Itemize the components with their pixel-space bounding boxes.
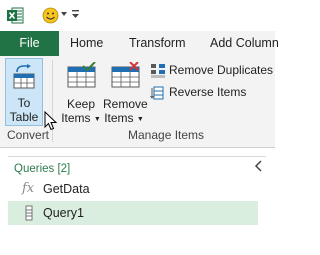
chevron-down-icon[interactable] xyxy=(61,12,67,17)
tab-file[interactable]: File xyxy=(0,31,59,56)
to-table-label-line2: Table xyxy=(9,110,39,124)
keep-items-label-line1: Keep xyxy=(66,97,96,111)
mouse-cursor-icon xyxy=(44,111,58,131)
to-table-button[interactable]: To Table xyxy=(5,58,43,126)
chevron-down-icon: ▼ xyxy=(136,116,144,123)
collapse-pane-icon[interactable] xyxy=(254,160,264,172)
query-name: Query1 xyxy=(43,206,84,220)
keep-items-label-line2: Items ▼ xyxy=(61,111,101,125)
smiley-icon[interactable] xyxy=(42,7,59,24)
query-item-query1[interactable]: Query1 xyxy=(8,201,258,225)
to-table-icon xyxy=(13,64,35,89)
excel-icon[interactable] xyxy=(7,7,24,24)
tab-transform[interactable]: Transform xyxy=(129,31,186,56)
queries-header[interactable]: Queries [2] xyxy=(14,163,70,175)
query-name: GetData xyxy=(43,182,90,196)
remove-duplicates-label: Remove Duplicates xyxy=(169,63,274,77)
query-item-getdata[interactable]: fx GetData xyxy=(8,177,258,201)
tab-home[interactable]: Home xyxy=(70,31,103,56)
pane-divider xyxy=(8,156,266,157)
chevron-down-icon: ▼ xyxy=(93,116,101,123)
reverse-items-label: Reverse Items xyxy=(169,85,247,99)
keep-items-button[interactable]: Keep Items ▼ xyxy=(59,58,103,126)
keep-items-icon xyxy=(67,62,96,88)
ribbon-tabs: File Home Transform Add Column xyxy=(0,31,279,57)
group-label-convert: Convert xyxy=(7,128,50,142)
remove-items-label-line2: Items ▼ xyxy=(104,111,144,125)
ribbon: To Table Keep Items ▼ Remove Items ▼ Rem… xyxy=(0,56,275,148)
tab-add-column[interactable]: Add Column xyxy=(210,31,279,56)
queries-pane: Queries [2] fx GetData Query1 xyxy=(0,148,275,255)
list-icon xyxy=(25,205,33,221)
remove-items-icon xyxy=(111,62,140,88)
group-label-manage-items: Manage Items xyxy=(128,128,205,142)
remove-items-button[interactable]: Remove Items ▼ xyxy=(103,58,148,126)
reverse-items-button[interactable]: Reverse Items xyxy=(150,83,246,103)
to-table-label-line1: To xyxy=(17,96,31,110)
remove-duplicates-button[interactable]: Remove Duplicates xyxy=(150,61,273,81)
customize-qat-icon[interactable] xyxy=(71,9,80,20)
remove-duplicates-icon xyxy=(151,64,165,78)
remove-items-label-line1: Remove xyxy=(103,97,148,111)
reverse-items-icon xyxy=(150,86,164,100)
fx-icon: fx xyxy=(22,181,35,196)
title-bar xyxy=(0,0,275,32)
